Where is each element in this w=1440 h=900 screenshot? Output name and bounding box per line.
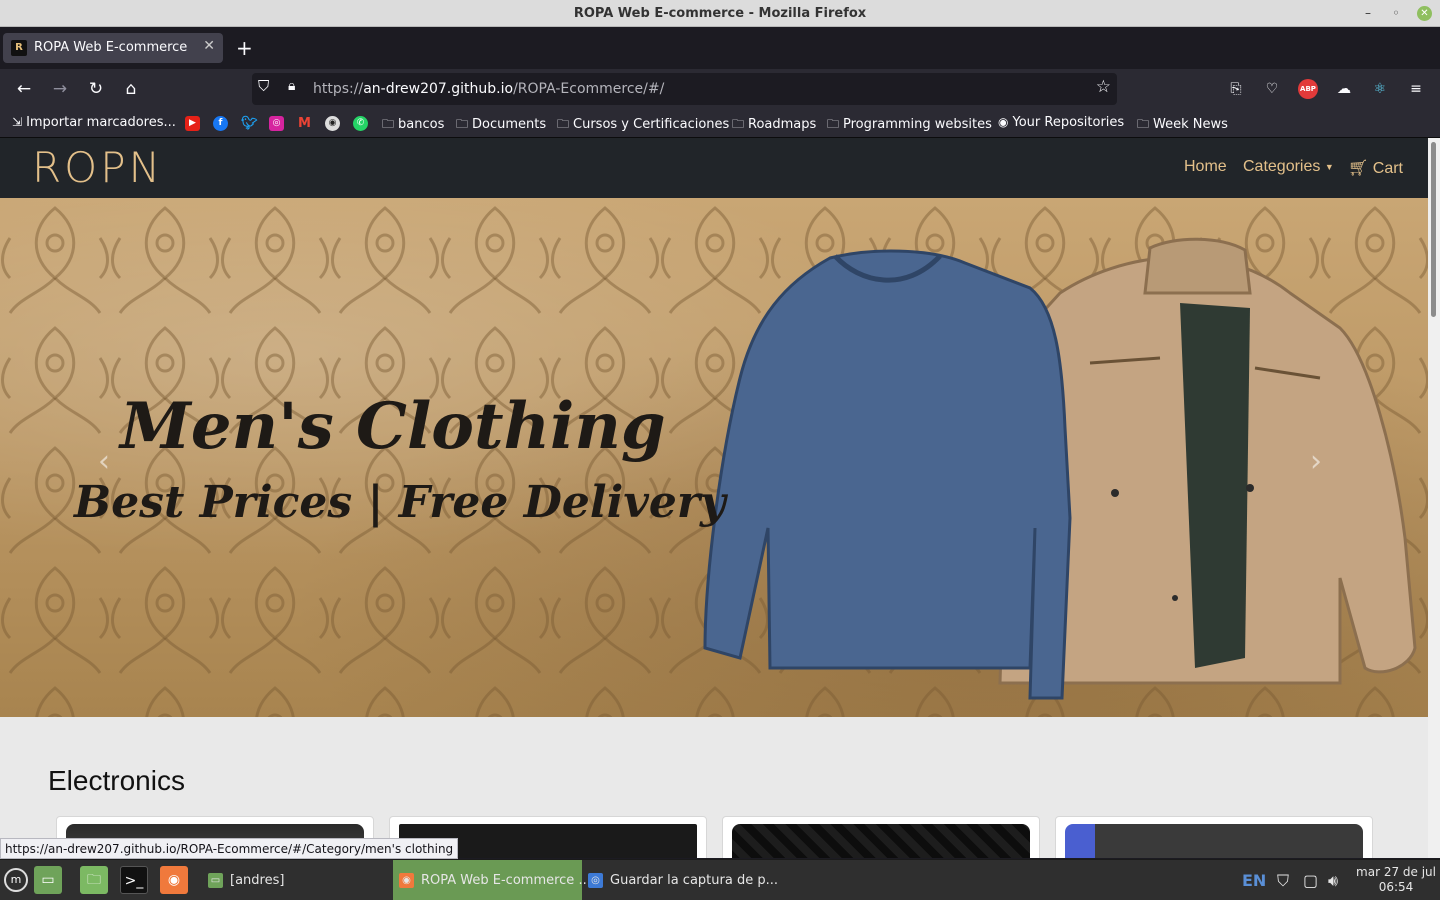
page-viewport: ROPN Home Categories ▼ 🛒︎ Cart Men's Clo… <box>0 138 1428 858</box>
bookmark-programming[interactable]: 🗀 Programming websites <box>827 115 992 136</box>
shield-icon[interactable]: ⛉ <box>1277 871 1289 891</box>
nav-categories-dropdown[interactable]: Categories ▼ <box>1243 158 1334 176</box>
hero-carousel[interactable]: Men's Clothing Best Prices | Free Delive… <box>0 198 1428 717</box>
whatsapp-icon[interactable]: ✆ <box>353 116 368 131</box>
bookmark-documents[interactable]: 🗀 Documents <box>456 115 546 136</box>
scrollbar-thumb[interactable] <box>1431 142 1436 317</box>
reload-button[interactable]: ↻ <box>84 77 108 101</box>
tab-ropa[interactable]: R ROPA Web E-commerce ✕ <box>3 33 223 63</box>
hero-title: Men's Clothing <box>120 389 666 464</box>
bookmark-bancos[interactable]: 🗀 bancos <box>382 115 444 136</box>
extensions-icon[interactable]: ⎘ <box>1226 79 1246 99</box>
site-logo[interactable]: ROPN <box>32 145 163 191</box>
volume-icon[interactable]: 🔊︎ <box>1328 871 1338 891</box>
files-icon[interactable]: 🗀 <box>80 866 108 894</box>
minimize-button[interactable]: – <box>1360 5 1376 21</box>
adblock-icon[interactable]: ABP <box>1298 79 1318 99</box>
home-button[interactable]: ⌂ <box>119 77 143 101</box>
github-icon[interactable]: ◉ <box>325 116 340 131</box>
caret-down-icon: ▼ <box>1324 161 1334 172</box>
incognito-extension-icon[interactable]: ☁ <box>1334 79 1354 99</box>
tab-title: ROPA Web E-commerce <box>34 40 188 55</box>
github-icon: ◉ <box>998 115 1009 129</box>
window-title: ROPA Web E-commerce - Mozilla Firefox <box>573 6 867 21</box>
tab-close-icon[interactable]: ✕ <box>203 38 215 54</box>
window-titlebar: ROPA Web E-commerce - Mozilla Firefox – … <box>0 0 1440 27</box>
task-screenshot[interactable]: ◎ Guardar la captura de p... <box>582 860 778 900</box>
nav-cart-link[interactable]: 🛒︎ Cart <box>1348 158 1403 178</box>
keyboard-layout[interactable]: EN <box>1242 871 1266 890</box>
firefox-icon: ◉ <box>399 873 414 888</box>
folder-icon: 🗀 <box>827 117 840 131</box>
youtube-icon[interactable]: ▶ <box>185 116 200 131</box>
show-desktop-icon[interactable]: ▭ <box>34 866 62 894</box>
nav-home-link[interactable]: Home <box>1184 158 1227 176</box>
maximize-button[interactable]: ◦ <box>1388 5 1404 21</box>
bookmark-roadmaps[interactable]: 🗀 Roadmaps <box>732 115 816 136</box>
cart-icon: 🛒︎ <box>1348 160 1369 177</box>
clock-date: mar 27 de jul <box>1356 865 1436 879</box>
folder-icon: 🗀 <box>1137 117 1150 131</box>
url-text[interactable]: https://an-drew207.github.io/ROPA-Ecomme… <box>313 81 664 97</box>
bookmark-week-news[interactable]: 🗀 Week News <box>1137 115 1228 136</box>
import-icon: ⇲ <box>12 115 23 129</box>
terminal-icon[interactable]: >_ <box>120 866 148 894</box>
firefox-launcher-icon[interactable]: ◉ <box>160 866 188 894</box>
screenshot-icon: ◎ <box>588 873 603 888</box>
url-bar[interactable]: ⛉ 🔒︎ https://an-drew207.github.io/ROPA-E… <box>252 73 1117 105</box>
new-tab-button[interactable]: + <box>236 36 253 60</box>
site-navbar: ROPN Home Categories ▼ 🛒︎ Cart <box>0 138 1428 198</box>
product-image <box>732 824 1030 858</box>
folder-icon: 🗀 <box>557 117 570 131</box>
task-firefox[interactable]: ◉ ROPA Web E-commerce ... <box>393 860 591 900</box>
tracking-protection-icon[interactable]: ⛉ <box>258 77 269 95</box>
product-card[interactable] <box>722 816 1040 858</box>
tab-favicon-icon: R <box>11 40 27 56</box>
navigation-toolbar: ← → ↻ ⌂ ⛉ 🔒︎ https://an-drew207.github.i… <box>0 69 1440 109</box>
lock-icon[interactable]: 🔒︎ <box>288 78 295 94</box>
task-files-andres[interactable]: ▭ [andres] <box>202 860 392 900</box>
menu-icon[interactable]: ≡ <box>1406 79 1426 99</box>
network-icon[interactable]: ▢ <box>1303 871 1318 890</box>
product-card[interactable] <box>1055 816 1373 858</box>
page-scrollbar[interactable] <box>1428 138 1440 858</box>
hero-subtitle: Best Prices | Free Delivery <box>74 477 726 528</box>
section-title-electronics: Electronics <box>48 765 185 796</box>
clock-time: 06:54 <box>1378 880 1414 894</box>
folder-icon: ▭ <box>208 873 223 888</box>
folder-icon: 🗀 <box>456 117 469 131</box>
gmail-icon[interactable]: M <box>297 116 312 131</box>
folder-icon: 🗀 <box>732 117 745 131</box>
instagram-icon[interactable]: ◎ <box>269 116 284 131</box>
clock[interactable]: mar 27 de jul 06:54 <box>1356 865 1436 895</box>
pocket-icon[interactable]: ♡ <box>1262 79 1282 99</box>
twitter-icon[interactable]: 🐦︎ <box>241 116 258 131</box>
bookmark-import[interactable]: ⇲ Importar marcadores... <box>12 115 176 130</box>
react-devtools-icon[interactable]: ⚛ <box>1370 79 1390 99</box>
product-image <box>1065 824 1363 858</box>
bookmark-repositories[interactable]: ◉ Your Repositories <box>998 115 1124 130</box>
carousel-prev-icon[interactable]: ‹ <box>98 444 110 479</box>
facebook-icon[interactable]: f <box>213 116 228 131</box>
forward-button[interactable]: → <box>48 77 72 101</box>
carousel-next-icon[interactable]: › <box>1310 444 1322 479</box>
mint-menu-icon[interactable]: m <box>4 868 28 892</box>
taskbar: m ▭ 🗀 >_ ◉ ▭ [andres] ◉ ROPA Web E-comme… <box>0 859 1440 900</box>
close-window-button[interactable]: ✕ <box>1417 6 1432 21</box>
back-button[interactable]: ← <box>12 77 36 101</box>
bookmarks-toolbar: ⇲ Importar marcadores... ▶ f 🐦︎ ◎ M ◉ ✆ 🗀… <box>0 109 1440 138</box>
tab-strip: R ROPA Web E-commerce ✕ + <box>0 27 1440 69</box>
folder-icon: 🗀 <box>382 117 395 131</box>
bookmark-cursos[interactable]: 🗀 Cursos y Certificaciones <box>557 115 729 136</box>
bookmark-star-icon[interactable]: ☆ <box>1096 77 1111 97</box>
link-preview-status: https://an-drew207.github.io/ROPA-Ecomme… <box>0 838 459 859</box>
